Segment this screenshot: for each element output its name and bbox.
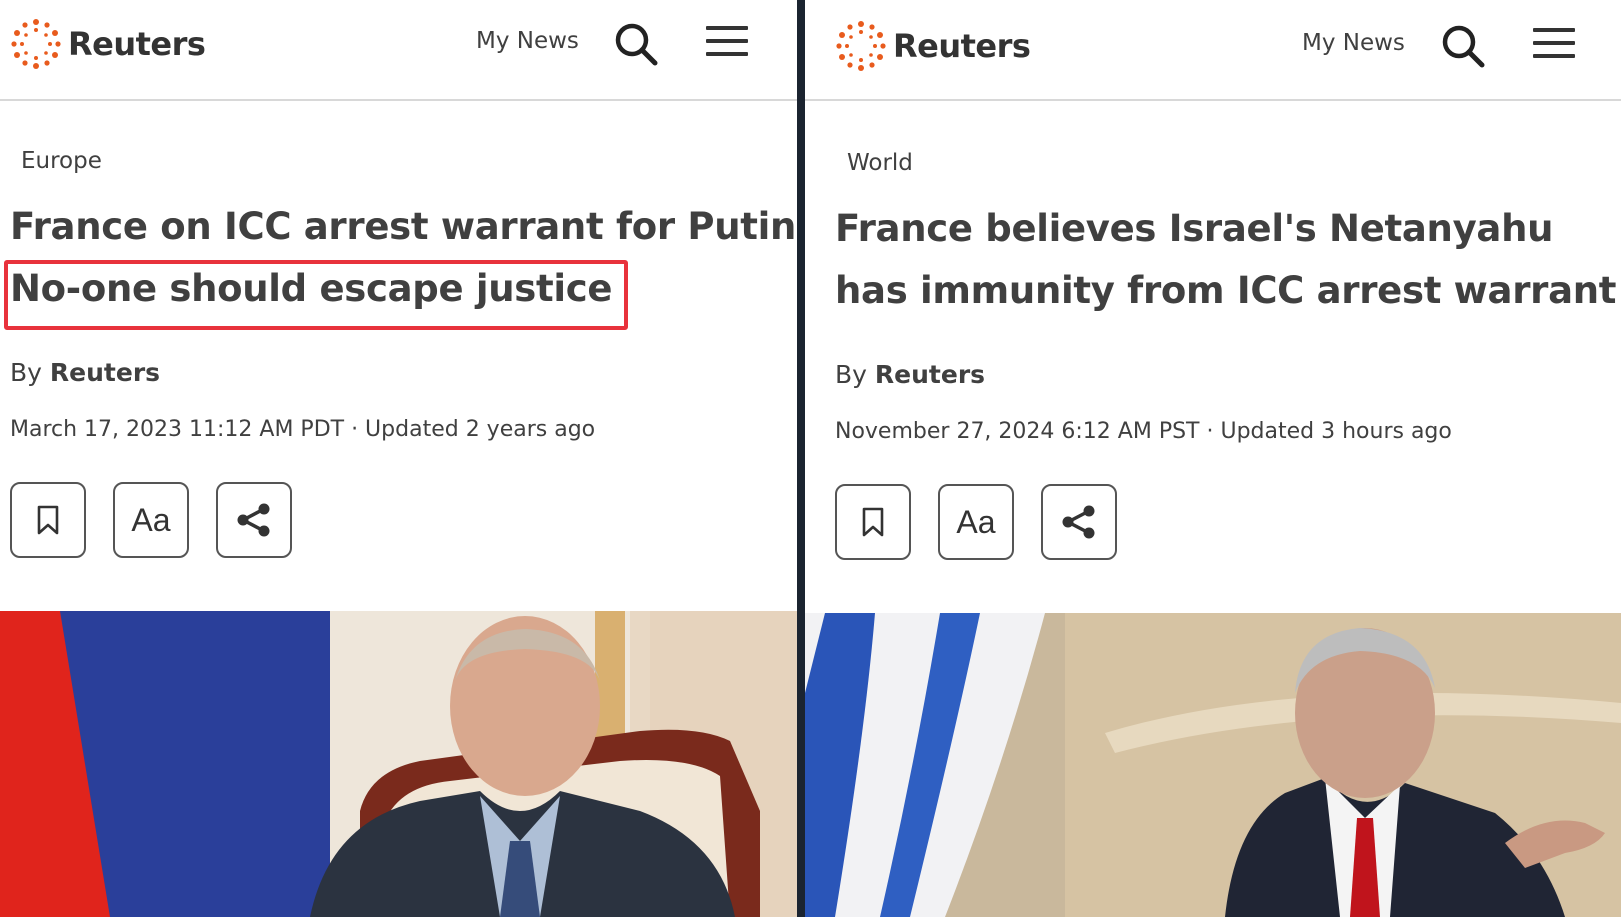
bookmark-icon [37, 505, 59, 535]
headline-line-1: France believes Israel's Netanyahu [835, 207, 1554, 250]
reuters-logo[interactable]: Reuters [8, 16, 206, 72]
article-photo [805, 613, 1621, 917]
byline-author[interactable]: Reuters [50, 358, 160, 387]
brand-name: Reuters [893, 27, 1031, 65]
my-news-link[interactable]: My News [476, 28, 579, 54]
bookmark-icon [862, 507, 884, 537]
top-navigation-bar: Reuters My News [0, 0, 797, 101]
font-size-button[interactable]: Aa [938, 484, 1014, 560]
reuters-logo-icon [11, 19, 61, 69]
share-button[interactable] [216, 482, 292, 558]
reuters-logo[interactable]: Reuters [833, 18, 1031, 74]
byline-author[interactable]: Reuters [875, 360, 985, 389]
byline-prefix: By [10, 358, 42, 387]
search-icon[interactable] [1439, 22, 1487, 70]
headline-line-2: has immunity from ICC arrest warrant [835, 269, 1617, 312]
hamburger-menu-icon[interactable] [1533, 28, 1575, 64]
article-panel-right: Reuters My News World France believes Is… [805, 0, 1621, 917]
bookmark-button[interactable] [835, 484, 911, 560]
brand-name: Reuters [68, 25, 206, 63]
font-size-button[interactable]: Aa [113, 482, 189, 558]
font-size-label: Aa [131, 501, 171, 538]
photo-putin-flag [0, 611, 797, 917]
my-news-link[interactable]: My News [1302, 30, 1405, 56]
article-category[interactable]: Europe [21, 148, 102, 174]
share-button[interactable] [1041, 484, 1117, 560]
share-icon [1062, 505, 1095, 539]
red-highlight-box [4, 260, 628, 330]
search-icon[interactable] [612, 20, 660, 68]
font-size-label: Aa [956, 503, 996, 540]
article-photo [0, 611, 797, 917]
headline-line-1: France on ICC arrest warrant for Putin: [10, 205, 797, 248]
reuters-logo-icon [836, 21, 886, 71]
article-dateline: November 27, 2024 6:12 AM PST · Updated … [835, 419, 1452, 444]
article-headline: France believes Israel's Netanyahu has i… [835, 198, 1617, 322]
article-category[interactable]: World [847, 150, 913, 176]
article-dateline: March 17, 2023 11:12 AM PDT · Updated 2 … [10, 417, 596, 442]
article-byline: By Reuters [10, 358, 160, 387]
bookmark-button[interactable] [10, 482, 86, 558]
byline-prefix: By [835, 360, 867, 389]
photo-netanyahu-flag [805, 613, 1621, 917]
article-byline: By Reuters [835, 360, 985, 389]
article-panel-left: Reuters My News Europe France on ICC arr… [0, 0, 797, 917]
share-icon [237, 503, 270, 537]
top-navigation-bar: Reuters My News [805, 0, 1621, 101]
hamburger-menu-icon[interactable] [706, 26, 748, 62]
